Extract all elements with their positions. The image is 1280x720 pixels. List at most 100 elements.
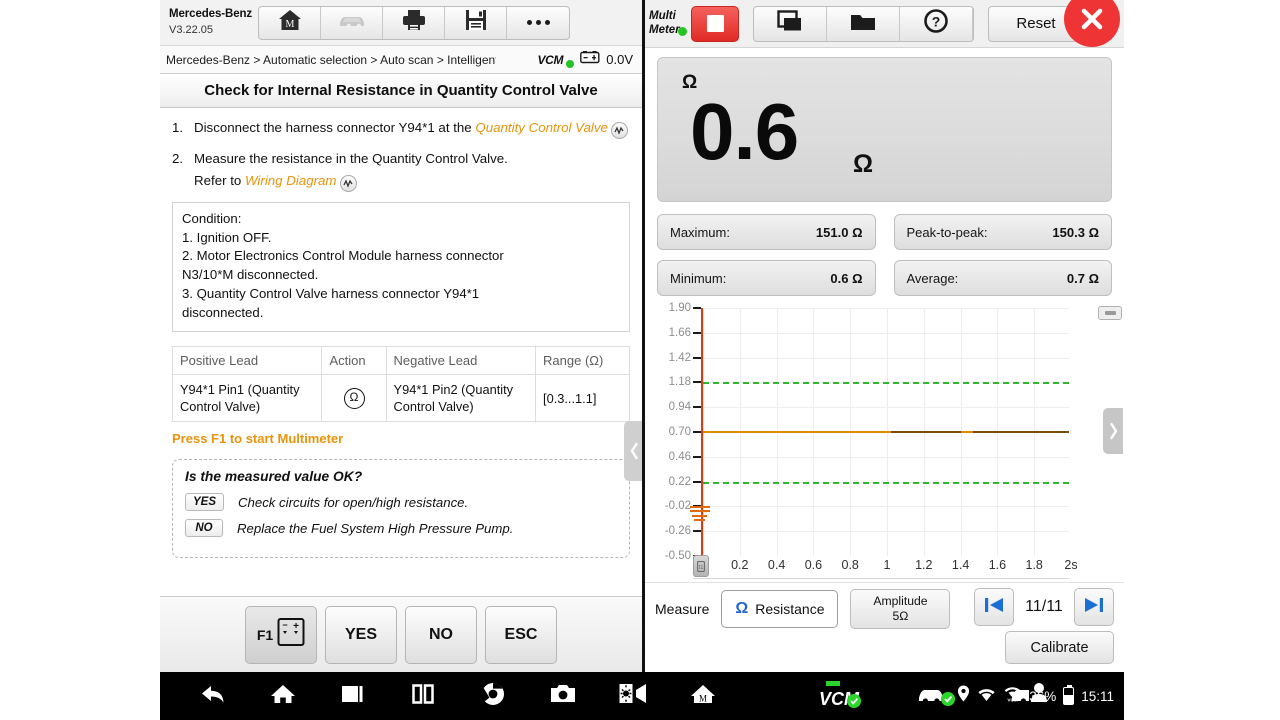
plot-area[interactable] [701,308,1069,556]
breadcrumb[interactable]: Mercedes-Benz > Automatic selection > Au… [166,53,496,67]
yes-inline-button[interactable]: YES [185,493,224,511]
x-tick-label: 1.6 [989,558,1006,572]
statistics-grid: Maximum: 151.0 Ω Peak-to-peak: 150.3 Ω M… [657,214,1112,296]
y-tick [693,431,701,433]
diagnostic-toolbar: Mercedes-Benz V3.22.05 M [160,0,642,46]
back-button[interactable] [178,672,248,720]
diagnostics-button[interactable]: M [668,672,738,720]
y-tick-label: 1.66 [669,327,691,339]
brightness-button[interactable] [598,672,668,720]
graph-expand-handle[interactable] [1103,408,1123,454]
vcm-connected-indicator [566,60,574,68]
recents-button[interactable] [318,672,388,720]
stat-average: Average: 0.7 Ω [894,260,1113,296]
battery-icon [580,51,600,69]
gridline-horizontal [703,457,1069,458]
window-button[interactable] [754,7,827,41]
waveform-trace-segment [891,431,961,433]
multimeter-app-label: Multi Meter [649,10,685,36]
car-icon [337,10,367,35]
next-page-button[interactable] [1074,588,1114,626]
condition-line-5: disconnected. [182,304,620,323]
page-counter: 11/11 [1020,598,1068,616]
vcm-label: VCM [537,53,563,67]
threshold-line-upper-limit [703,382,1069,384]
svg-text:M: M [285,19,294,30]
x-tick-label: 0.8 [841,558,858,572]
stat-maximum: Maximum: 151.0 Ω [657,214,876,250]
no-key[interactable]: NO [405,606,477,664]
home-button[interactable] [248,672,318,720]
amplitude-value: 5Ω [893,609,909,624]
measure-mode-select[interactable]: Ω Resistance [721,590,838,628]
col-range: Range (Ω) [536,347,630,375]
folder-button[interactable] [827,7,900,41]
multimeter-panel: Multi Meter [645,0,1124,672]
refer-to-label: Refer to [194,173,245,188]
function-key-bar: F1 −+ YES NO ESC [160,596,642,672]
time-cursor-handle[interactable]: t1 [693,555,709,577]
col-action: Action [322,347,386,375]
step-2-reference: Refer to Wiring Diagram [194,171,630,192]
left-blank-margin [0,0,160,720]
x-axis-rule [693,578,1069,579]
diagnostic-panel: Mercedes-Benz V3.22.05 M [160,0,645,672]
split-screen-button[interactable] [388,672,458,720]
x-axis-labels: 00.20.40.60.811.21.41.61.82s [701,556,1073,578]
diagnostic-body: Disconnect the harness connector Y94*1 a… [160,108,642,632]
voltage-value: 0.0V [606,52,633,67]
waveform-trace-segment [973,431,1051,433]
more-button[interactable] [507,7,569,39]
gridline-horizontal [703,308,1069,309]
save-button[interactable] [445,7,507,39]
cell-action: Ω [322,375,386,422]
amplitude-button[interactable]: Amplitude 5Ω [850,589,950,629]
vcm-button[interactable]: VCM [820,679,868,714]
page-title: Check for Internal Resistance in Quantit… [204,82,597,99]
help-icon: ? [924,9,948,38]
page-navigation: 11/11 [974,588,1114,626]
home-m-icon: M [690,682,716,711]
y-tick [693,481,701,483]
stat-minimum: Minimum: 0.6 Ω [657,260,876,296]
yes-option-text: Check circuits for open/high resistance. [238,495,468,510]
prev-page-button[interactable] [974,588,1014,626]
camera-icon [550,683,576,709]
no-inline-button[interactable]: NO [185,519,223,537]
stop-button[interactable] [691,6,739,42]
print-button[interactable] [383,7,445,39]
wiring-diagram-icon[interactable] [611,122,628,139]
vehicle-status-button[interactable] [916,681,962,712]
svg-text:VCM: VCM [1008,698,1018,703]
amplitude-label: Amplitude [873,594,927,609]
gridline-horizontal [703,531,1069,532]
home-m-button[interactable]: M [259,7,321,39]
quantity-control-valve-link[interactable]: Quantity Control Valve [475,120,608,135]
wiring-diagram-icon-2[interactable] [340,175,357,192]
y-tick [693,307,701,309]
screenshot-button[interactable] [528,672,598,720]
yes-key[interactable]: YES [325,606,397,664]
y-tick-label: 0.22 [669,476,691,488]
stat-maximum-value: 151.0 Ω [816,225,863,240]
waveform-graph[interactable]: 1.901.661.421.180.940.700.460.22-0.02-0.… [645,308,1124,570]
status-cluster: VCM 0.0V [537,51,636,69]
system-navigation-bar: M VCM [160,672,1124,720]
col-negative-lead: Negative Lead [386,347,535,375]
help-button[interactable]: ? [900,7,973,41]
close-icon [1078,5,1106,33]
y-tick [693,332,701,334]
cell-negative-lead: Y94*1 Pin2 (Quantity Control Valve) [386,375,535,422]
wiring-diagram-link[interactable]: Wiring Diagram [245,173,337,188]
calibrate-button[interactable]: Calibrate [1005,631,1114,664]
graph-scroll-indicator[interactable] [1098,306,1122,320]
vehicle-button[interactable] [321,7,383,39]
measure-controls: Measure Ω Resistance Amplitude 5Ω [655,589,950,629]
step-list: Disconnect the harness connector Y94*1 a… [172,118,630,192]
f1-key[interactable]: F1 −+ [245,606,317,664]
panel-collapse-handle[interactable] [624,421,642,481]
browser-button[interactable] [458,672,528,720]
gridline-horizontal [703,333,1069,334]
esc-key[interactable]: ESC [485,606,557,664]
vcm-signal-icon: VCM [1003,685,1022,707]
